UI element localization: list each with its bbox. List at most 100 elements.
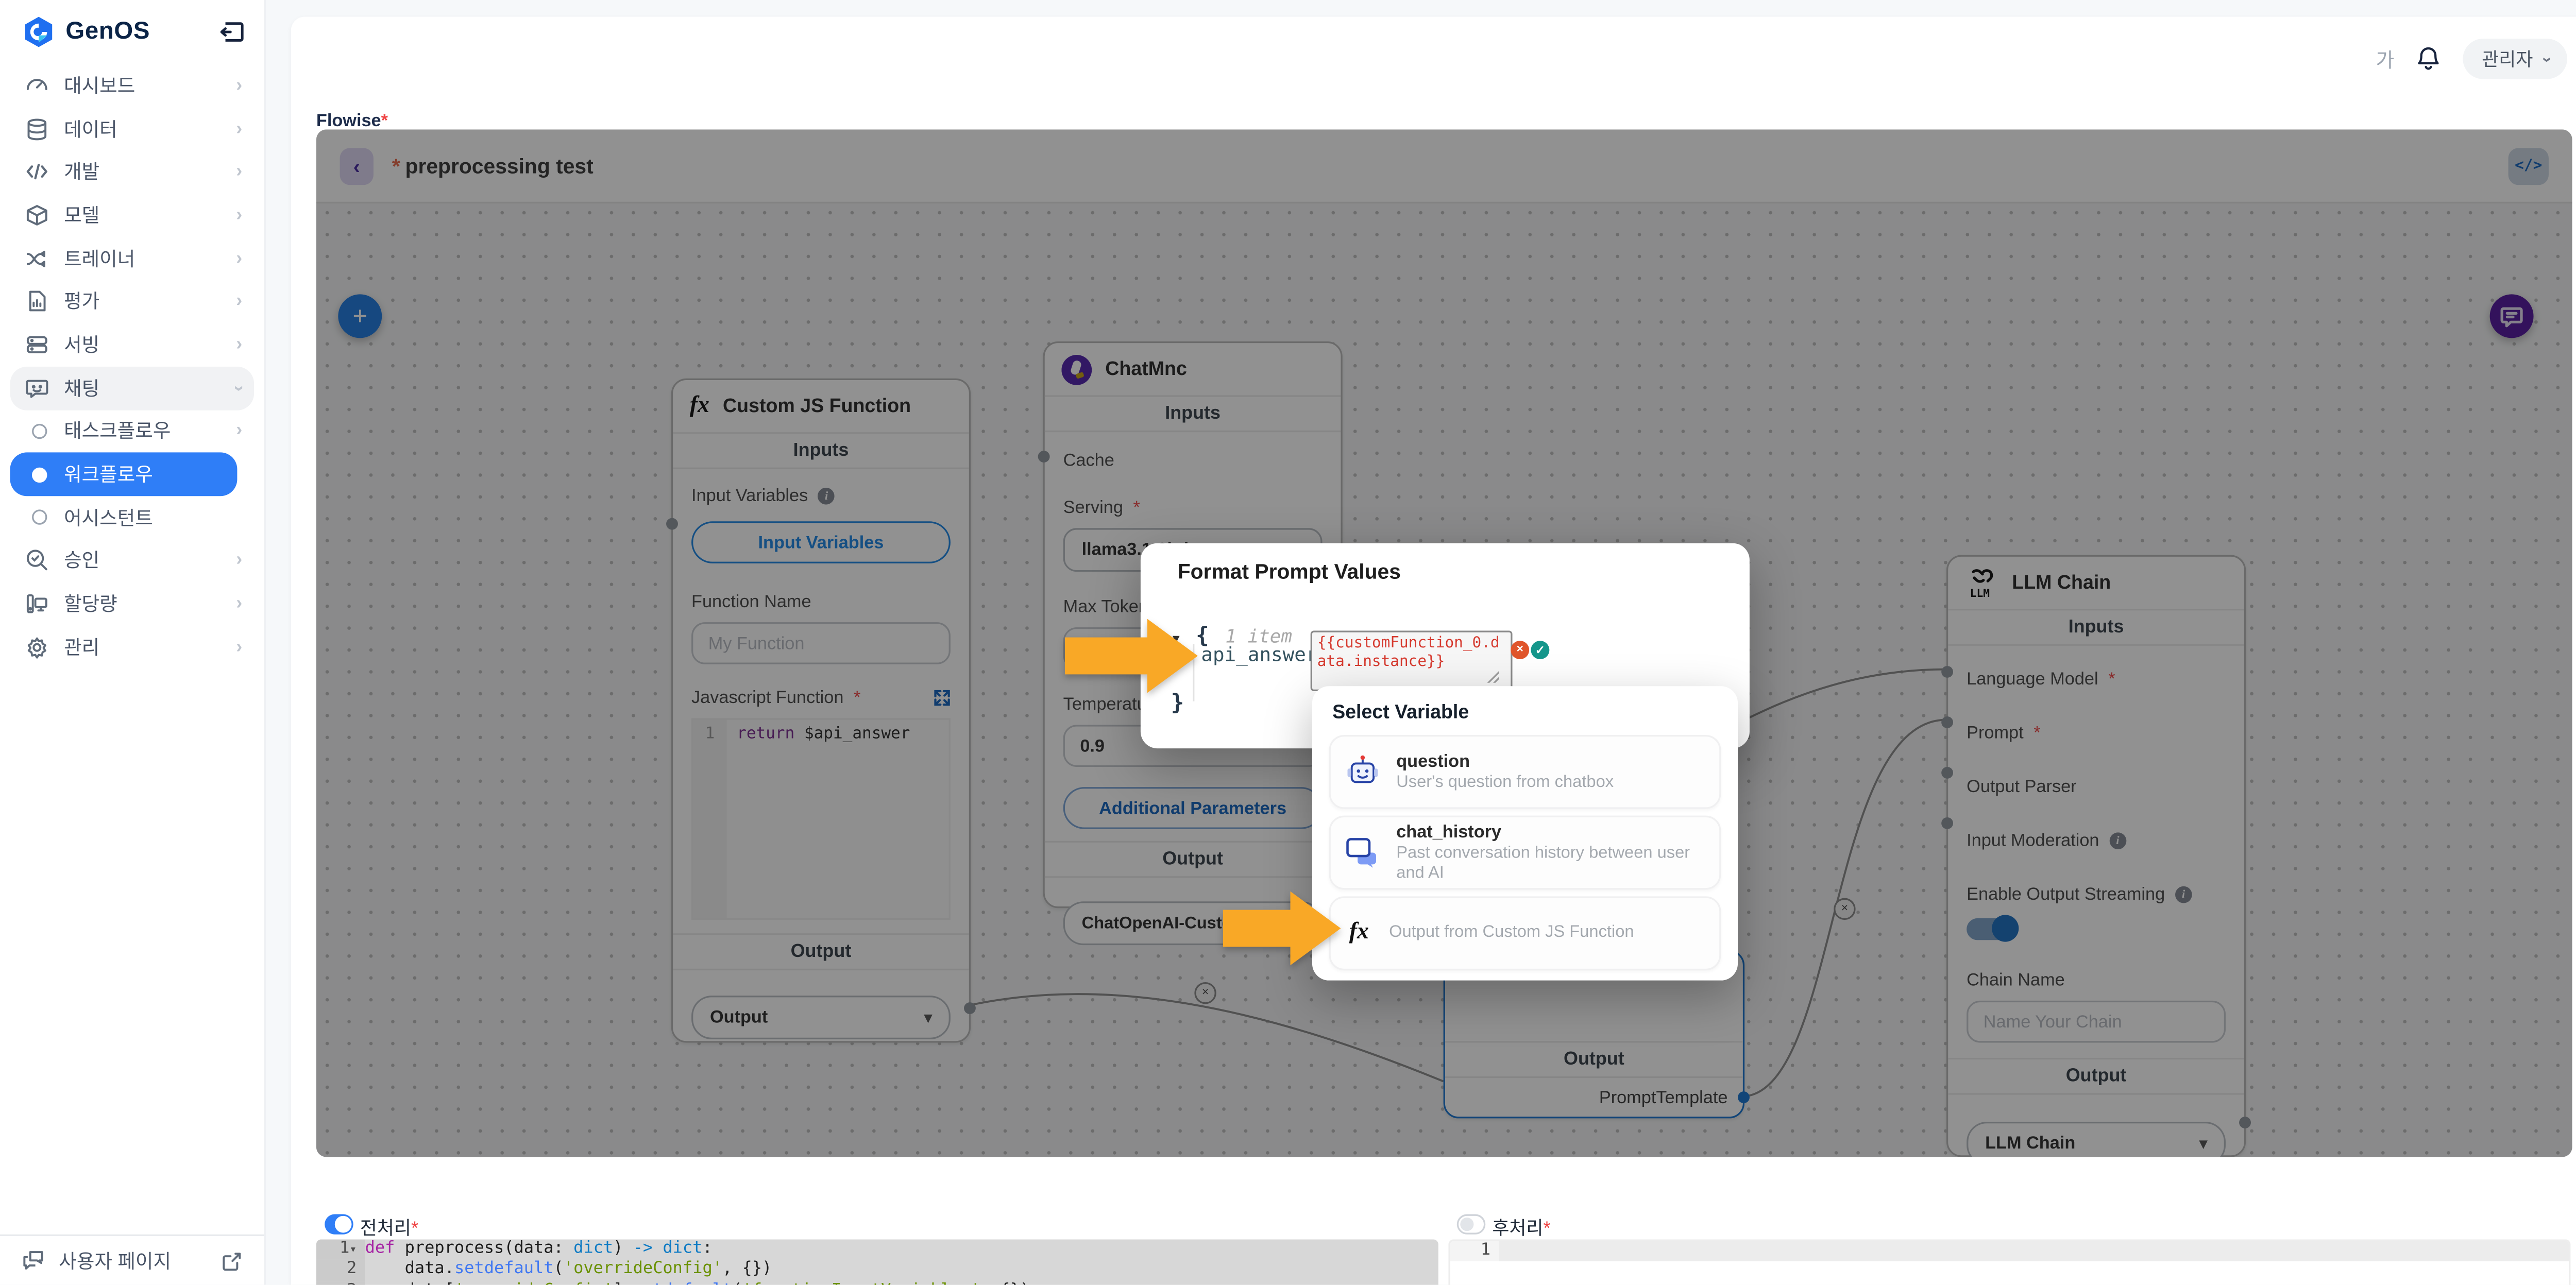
profile-menu-button[interactable]: 관리자 › xyxy=(2463,39,2567,79)
sidebar-item-label: 채팅 xyxy=(64,374,221,401)
report-icon xyxy=(25,290,49,314)
preprocess-toggle[interactable] xyxy=(325,1214,353,1235)
flowise-field-label: Flowise* xyxy=(316,111,388,131)
select-variable-menu: Select Variable question User's question… xyxy=(1312,686,1738,980)
json-value-textarea[interactable]: {{customFunction_0.data.instance}} xyxy=(1311,630,1513,691)
cube-icon xyxy=(25,203,49,227)
radio-bullet-icon xyxy=(32,467,47,482)
variable-option-chat-history[interactable]: chat_history Past conversation history b… xyxy=(1329,816,1721,890)
fx-icon: fx xyxy=(1344,920,1374,947)
chat-bubble-icon xyxy=(25,376,49,400)
variable-option-question[interactable]: question User's question from chatbox xyxy=(1329,735,1721,809)
topbar: 가 관리자 › xyxy=(291,17,2576,82)
main-content-card: 가 관리자 › Flowise* ‹ *preprocessing test <… xyxy=(291,17,2576,1285)
sidebar-subitem-label: 태스크플로우 xyxy=(64,418,219,444)
chevron-down-icon: › xyxy=(2537,56,2555,62)
json-close-row: } xyxy=(1171,691,1184,716)
sidebar-subitem-taskflow[interactable]: 태스크플로우 › xyxy=(10,409,254,453)
sidebar-subitem-assistant[interactable]: 어시스턴트 xyxy=(10,496,254,539)
bell-icon[interactable] xyxy=(2416,45,2442,72)
chevron-right-icon: › xyxy=(236,421,242,441)
sidebar-item-label: 승인 xyxy=(64,547,221,574)
sidebar-collapse-icon[interactable] xyxy=(221,21,244,43)
sidebar-footer-label: 사용자 페이지 xyxy=(59,1247,209,1274)
sidebar: GenOS 대시보드 › 데이터 › 개발 › 모델 xyxy=(0,0,266,1285)
required-mark: * xyxy=(381,111,388,131)
sidebar-item-label: 모델 xyxy=(64,202,221,229)
variable-desc: Past conversation history between user a… xyxy=(1396,844,1706,884)
radio-bullet-icon xyxy=(32,510,47,525)
annotation-arrow-api-answer xyxy=(1065,619,1198,693)
chevron-right-icon: › xyxy=(236,205,242,225)
modal-title: Format Prompt Values xyxy=(1178,560,1401,584)
profile-name: 관리자 xyxy=(2482,45,2533,72)
sidebar-item-label: 트레이너 xyxy=(64,245,221,271)
application: GenOS 대시보드 › 데이터 › 개발 › 모델 xyxy=(0,0,2576,1285)
database-icon xyxy=(25,117,49,141)
sidebar-item-label: 대시보드 xyxy=(64,72,221,99)
variable-option-custom-js-output[interactable]: fx Output from Custom JS Function xyxy=(1329,896,1721,970)
sidebar-item-model[interactable]: 모델 › xyxy=(10,194,254,237)
sidebar-subitem-label: 워크플로우 xyxy=(64,461,225,488)
resize-handle-icon[interactable] xyxy=(1487,671,1499,683)
sidebar-item-develop[interactable]: 개발 › xyxy=(10,150,254,194)
sidebar-item-label: 데이터 xyxy=(64,115,221,142)
cancel-value-button[interactable]: × xyxy=(1511,641,1529,659)
chevron-down-icon: › xyxy=(229,385,249,391)
shuffle-icon xyxy=(25,247,49,270)
postprocess-label: 후처리* xyxy=(1492,1214,1550,1241)
variable-name: chat_history xyxy=(1396,821,1706,843)
radio-bullet-icon xyxy=(32,423,47,438)
sidebar-item-admin[interactable]: 관리 › xyxy=(10,625,254,669)
sidebar-item-label: 할당량 xyxy=(64,590,221,617)
sidebar-item-serving[interactable]: 서빙 › xyxy=(10,323,254,366)
sidebar-item-chat[interactable]: 채팅 › xyxy=(10,366,254,409)
sidebar-item-evaluation[interactable]: 평가 › xyxy=(10,280,254,323)
flow-editor: ‹ *preprocessing test </> fx Custom JS F… xyxy=(316,129,2572,1157)
postprocess-code-editor[interactable]: 1 xyxy=(1448,1240,2570,1285)
sidebar-item-quota[interactable]: 할당량 › xyxy=(10,582,254,626)
genos-logo-icon xyxy=(22,15,55,48)
preprocess-code-editor[interactable]: 1▾def preprocess(data: dict) -> dict: 2 … xyxy=(316,1240,1438,1285)
variable-name: question xyxy=(1396,751,1614,773)
sidebar-nav: 대시보드 › 데이터 › 개발 › 모델 › 트레이너 › xyxy=(0,64,264,669)
dashboard-icon xyxy=(25,74,49,97)
sidebar-item-trainer[interactable]: 트레이너 › xyxy=(10,237,254,280)
chevron-right-icon: › xyxy=(236,551,242,571)
sidebar-subitem-workflow[interactable]: 워크플로우 xyxy=(10,453,238,496)
chevron-right-icon: › xyxy=(236,292,242,312)
preprocess-label: 전처리* xyxy=(360,1214,418,1241)
sidebar-item-approval[interactable]: 승인 › xyxy=(10,539,254,582)
logo-text: GenOS xyxy=(65,19,150,45)
devices-icon xyxy=(25,592,49,616)
chat-bubbles-icon xyxy=(22,1249,45,1271)
chat-history-icon xyxy=(1344,836,1381,869)
postprocess-toggle[interactable] xyxy=(1457,1214,1486,1235)
chevron-right-icon: › xyxy=(236,594,242,614)
code-icon xyxy=(25,160,49,184)
chevron-right-icon: › xyxy=(236,248,242,268)
sidebar-footer-user-page[interactable]: 사용자 페이지 xyxy=(0,1235,264,1285)
robot-icon xyxy=(1344,753,1381,791)
search-check-icon xyxy=(25,549,49,573)
annotation-arrow-fx-option xyxy=(1223,892,1341,966)
sidebar-item-dashboard[interactable]: 대시보드 › xyxy=(10,64,254,107)
variable-desc: User's question from chatbox xyxy=(1396,773,1614,793)
gear-icon xyxy=(25,636,49,659)
chevron-right-icon: › xyxy=(236,637,242,657)
chevron-right-icon: › xyxy=(236,335,242,355)
font-size-button[interactable]: 가 xyxy=(2376,45,2394,74)
variable-desc: Output from Custom JS Function xyxy=(1389,923,1634,944)
json-key: api_answer xyxy=(1201,642,1317,666)
confirm-value-button[interactable]: ✓ xyxy=(1531,641,1549,659)
sidebar-subitem-label: 어시스턴트 xyxy=(64,504,242,531)
sidebar-item-label: 개발 xyxy=(64,159,221,185)
sidebar-item-label: 관리 xyxy=(64,633,221,660)
chevron-right-icon: › xyxy=(236,75,242,95)
chevron-right-icon: › xyxy=(236,118,242,139)
sidebar-item-label: 서빙 xyxy=(64,331,221,358)
external-link-icon xyxy=(222,1250,242,1271)
logo: GenOS xyxy=(0,0,264,49)
sidebar-item-data[interactable]: 데이터 › xyxy=(10,107,254,150)
chevron-right-icon: › xyxy=(236,162,242,182)
